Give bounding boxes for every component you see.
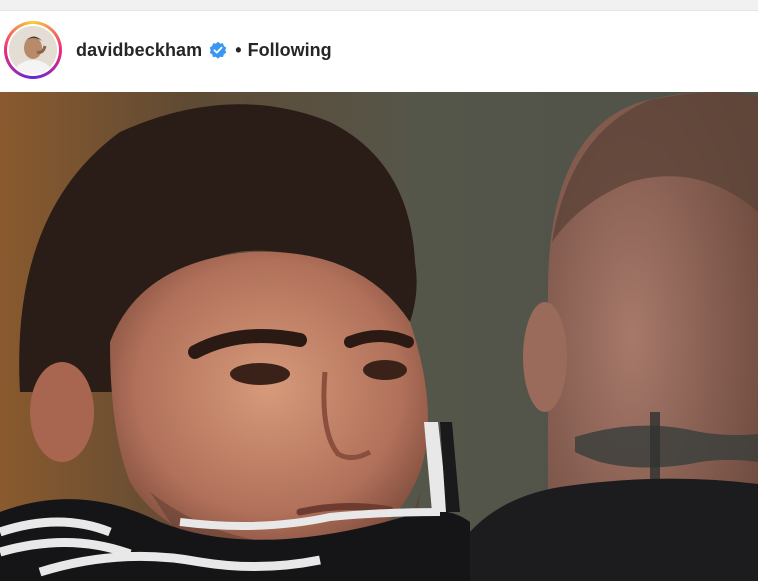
following-button[interactable]: Following [248, 40, 332, 61]
avatar[interactable] [9, 26, 57, 74]
top-divider [0, 0, 758, 11]
post-photo[interactable] [0, 92, 758, 581]
instagram-post: davidbeckham • Following [0, 0, 758, 581]
avatar-image [9, 26, 57, 74]
verified-badge-icon [209, 41, 227, 59]
username-link[interactable]: davidbeckham [76, 40, 202, 61]
separator-dot: • [235, 39, 242, 60]
post-image [0, 92, 758, 581]
profile-avatar-ring[interactable] [4, 21, 62, 79]
post-header: davidbeckham • Following [0, 11, 758, 89]
